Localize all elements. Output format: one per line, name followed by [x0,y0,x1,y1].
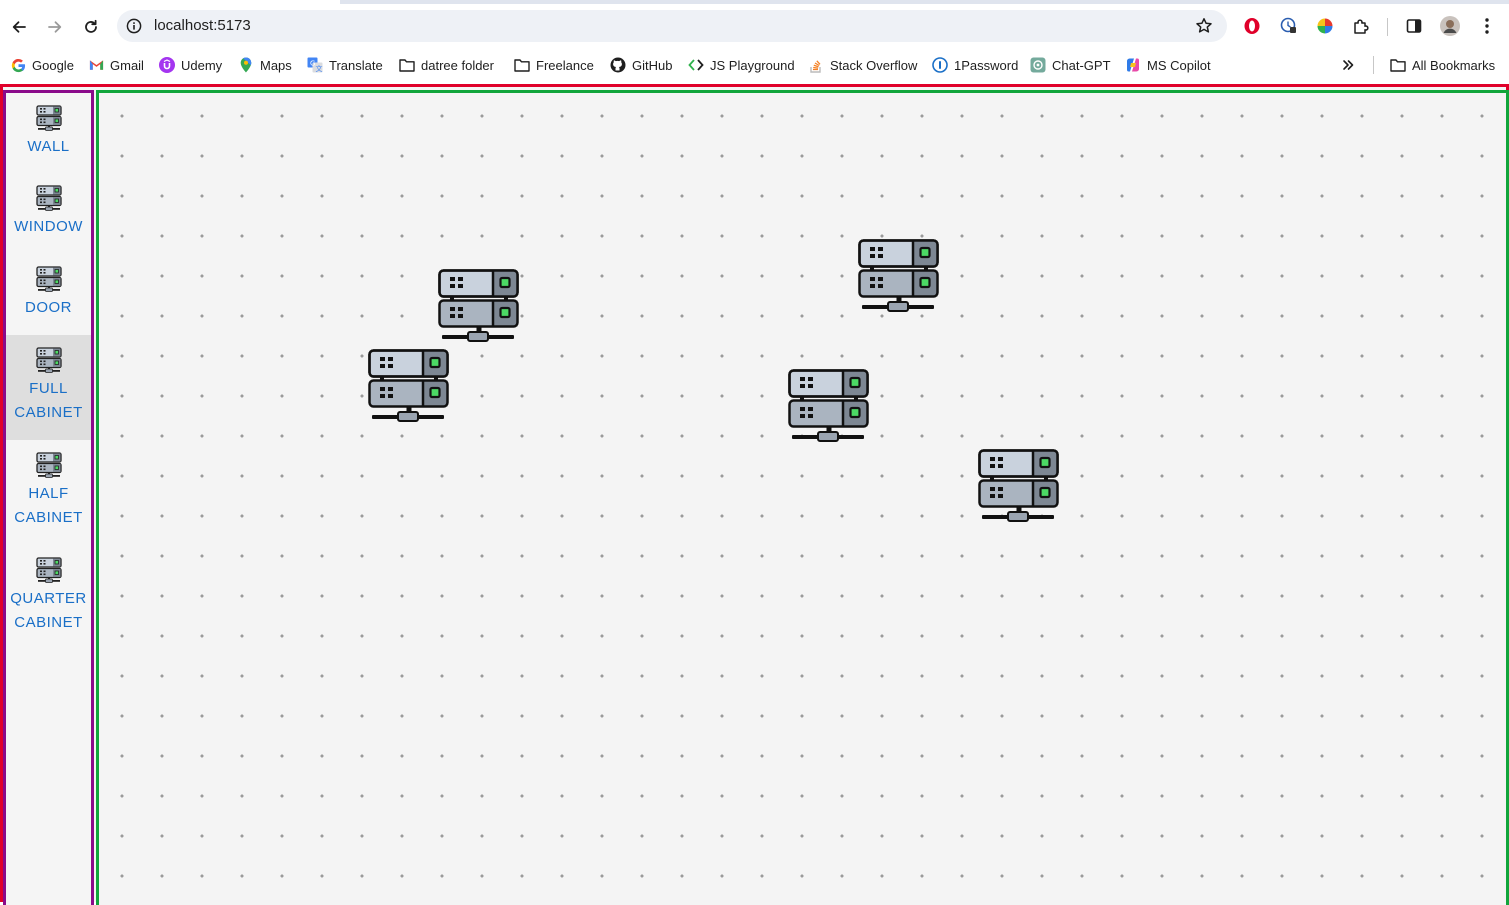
bookmark-translate[interactable]: G文 Translate [307,55,383,75]
toolbar-separator [1387,18,1388,36]
tool-quarter-cabinet[interactable]: QUARTER CABINET [6,545,91,650]
svg-text:文: 文 [316,64,323,73]
js-playground-icon [688,57,704,73]
server-rack-icon [35,105,62,131]
bookmark-stack-overflow[interactable]: Stack Overflow [808,55,917,75]
back-button[interactable] [5,13,33,41]
server-rack-icon [35,266,62,292]
server-rack-item[interactable] [788,369,872,445]
server-rack-item[interactable] [978,449,1062,525]
tool-sidebar: WALL WINDOW DOOR FULL CABINET HALF CABINET QU… [3,90,94,905]
tool-wall[interactable]: WALL [6,93,91,173]
tool-door[interactable]: DOOR [6,254,91,335]
url-text[interactable]: localhost:5173 [154,17,251,34]
bookmark-label: Maps [260,57,292,73]
bookmark-freelance[interactable]: Freelance [514,55,594,75]
translate-icon: G文 [307,57,323,73]
forward-button[interactable] [41,13,69,41]
tool-label: DOOR [25,299,72,316]
bookmark-label: MS Copilot [1147,57,1211,73]
maps-icon [238,57,254,73]
bookmark-ms-copilot[interactable]: MS Copilot [1125,55,1211,75]
bookmarks-separator [1373,56,1374,74]
browser-menu-icon[interactable] [1477,16,1497,36]
bookmark-1password[interactable]: 1Password [932,55,1018,75]
opera-extension-icon[interactable] [1242,16,1262,36]
gmail-icon [88,57,104,73]
tool-label: WALL [27,138,70,155]
udemy-icon [159,57,175,73]
secure-extension-icon[interactable] [1279,16,1299,36]
tool-label: FULL CABINET [14,380,83,421]
all-bookmarks-button[interactable]: All Bookmarks [1390,55,1495,75]
bookmark-star-icon[interactable] [1195,17,1213,35]
tool-label: WINDOW [14,218,83,235]
stackoverflow-icon [808,57,824,73]
reload-button[interactable] [77,13,105,41]
tool-label: QUARTER CABINET [10,590,87,631]
folder-icon [399,57,415,73]
google-icon [10,57,26,73]
site-info-icon[interactable] [126,18,142,34]
all-bookmarks-label: All Bookmarks [1412,57,1496,73]
bookmark-label: JS Playground [710,57,795,73]
tool-half-cabinet[interactable]: HALF CABINET [6,440,91,545]
server-rack-item[interactable] [858,239,942,315]
arrow-right-icon [48,21,62,33]
server-rack-icon [35,347,62,373]
server-rack-icon [35,185,62,211]
floor-plan-canvas[interactable] [96,90,1509,905]
tool-full-cabinet[interactable]: FULL CABINET [6,335,91,440]
server-rack-item[interactable] [368,349,452,425]
bookmark-maps[interactable]: Maps [238,55,292,75]
bookmarks-overflow-button[interactable] [1341,55,1355,75]
chevron-double-right-icon [1343,60,1354,70]
tool-window[interactable]: WINDOW [6,173,91,254]
bookmark-js-playground[interactable]: JS Playground [688,55,795,75]
reload-icon [85,19,97,33]
folder-icon [1390,57,1406,73]
server-rack-icon [35,452,62,478]
bookmark-chat-gpt[interactable]: Chat-GPT [1030,55,1111,75]
bookmark-github[interactable]: GitHub [610,55,672,75]
onepassword-icon [932,57,948,73]
bookmark-label: Freelance [536,57,594,73]
bookmark-datree-folder[interactable]: datree folder [399,55,494,75]
bookmark-label: Google [32,57,74,73]
bookmarks-bar: Google Gmail Udemy Maps G文 Translate dat… [0,48,1509,82]
browser-toolbar: localhost:5173 [0,4,1509,48]
extensions-puzzle-icon[interactable] [1351,16,1371,36]
bookmark-label: GitHub [632,57,673,73]
bookmark-label: 1Password [954,57,1019,73]
chatgpt-icon [1030,57,1046,73]
bookmark-label: Stack Overflow [830,57,918,73]
tool-label: HALF CABINET [14,485,83,526]
server-rack-item[interactable] [438,269,522,345]
color-extension-icon[interactable] [1315,16,1335,36]
address-bar[interactable]: localhost:5173 [117,10,1227,42]
server-rack-icon [35,557,62,583]
bookmark-label: Udemy [181,57,223,73]
bookmark-label: Translate [329,57,383,73]
bookmark-label: Gmail [110,57,144,73]
bookmark-gmail[interactable]: Gmail [88,55,144,75]
app-frame: WALL WINDOW DOOR FULL CABINET HALF CABINET QU… [0,84,1509,905]
side-panel-icon[interactable] [1404,16,1424,36]
bookmark-udemy[interactable]: Udemy [159,55,222,75]
folder-icon [514,57,530,73]
github-icon [610,57,626,73]
arrow-left-icon [12,21,26,33]
bookmark-label: datree folder [421,57,494,73]
bookmark-label: Chat-GPT [1052,57,1111,73]
copilot-icon [1125,57,1141,73]
profile-avatar[interactable] [1440,16,1460,36]
bookmark-google[interactable]: Google [10,55,74,75]
